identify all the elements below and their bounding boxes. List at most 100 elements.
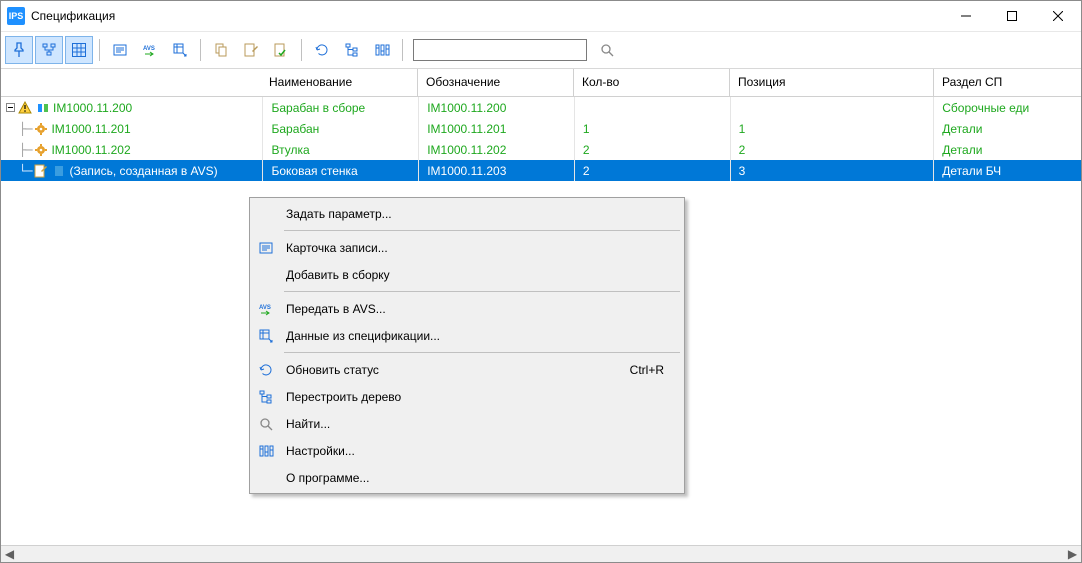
cell-section: Сборочные еди bbox=[933, 97, 1081, 118]
cell-qty bbox=[574, 97, 730, 118]
edit-icon bbox=[33, 163, 49, 179]
menu-separator bbox=[284, 291, 680, 292]
cell-position: 3 bbox=[730, 160, 934, 181]
cell-designation: IM1000.11.201 bbox=[418, 118, 574, 139]
tree-label: (Запись, созданная в AVS) bbox=[69, 164, 217, 178]
scroll-right-icon[interactable]: ▶ bbox=[1064, 546, 1081, 563]
settings-icon bbox=[252, 443, 280, 459]
cell-designation: IM1000.11.203 bbox=[418, 160, 574, 181]
column-header-qty[interactable]: Кол-во bbox=[573, 69, 729, 96]
warning-icon bbox=[17, 100, 33, 116]
maximize-button[interactable] bbox=[989, 1, 1035, 31]
cell-qty: 1 bbox=[574, 118, 730, 139]
menu-send-to-avs[interactable]: AVS Передать в AVS... bbox=[252, 295, 682, 322]
spec-icon bbox=[252, 328, 280, 344]
context-menu: Задать параметр... Карточка записи... До… bbox=[249, 197, 685, 494]
grid-button[interactable] bbox=[65, 36, 93, 64]
menu-label: О программе... bbox=[280, 471, 682, 485]
cell-position bbox=[730, 97, 934, 118]
menu-label: Обновить статус bbox=[280, 363, 630, 377]
table-row[interactable]: ├─ IM1000.11.201 Барабан IM1000.11.201 1… bbox=[1, 118, 1081, 139]
menu-label: Добавить в сборку bbox=[280, 268, 682, 282]
edit-button[interactable] bbox=[237, 36, 265, 64]
column-header-designation[interactable]: Обозначение bbox=[417, 69, 573, 96]
toolbar: AVS bbox=[1, 31, 1081, 69]
menu-record-card[interactable]: Карточка записи... bbox=[252, 234, 682, 261]
assembly-icon bbox=[35, 100, 51, 116]
svg-text:AVS: AVS bbox=[259, 305, 271, 311]
cell-name: Боковая стенка bbox=[262, 160, 418, 181]
column-header-position[interactable]: Позиция bbox=[729, 69, 933, 96]
cell-section: Детали БЧ bbox=[933, 160, 1081, 181]
cell-section: Детали bbox=[933, 118, 1081, 139]
menu-spec-data[interactable]: Данные из спецификации... bbox=[252, 322, 682, 349]
svg-text:AVS: AVS bbox=[143, 46, 155, 52]
menu-label: Задать параметр... bbox=[280, 207, 682, 221]
gear-icon bbox=[33, 121, 49, 137]
tree-connector: ├─ bbox=[19, 143, 31, 157]
menu-label: Данные из спецификации... bbox=[280, 329, 682, 343]
cell-name: Барабан bbox=[262, 118, 418, 139]
card-icon bbox=[252, 240, 280, 256]
menu-add-to-assembly[interactable]: Добавить в сборку bbox=[252, 261, 682, 288]
menu-set-parameter[interactable]: Задать параметр... bbox=[252, 200, 682, 227]
part-icon bbox=[51, 163, 67, 179]
close-button[interactable] bbox=[1035, 1, 1081, 31]
menu-refresh-status[interactable]: Обновить статус Ctrl+R bbox=[252, 356, 682, 383]
copy-button[interactable] bbox=[207, 36, 235, 64]
rebuild-tree-button[interactable] bbox=[338, 36, 366, 64]
menu-label: Карточка записи... bbox=[280, 241, 682, 255]
avs-button[interactable]: AVS bbox=[136, 36, 164, 64]
horizontal-scrollbar[interactable]: ◀ ▶ bbox=[1, 545, 1081, 562]
pin-button[interactable] bbox=[5, 36, 33, 64]
titlebar: IPS Спецификация bbox=[1, 1, 1081, 31]
tree-label: IM1000.11.200 bbox=[53, 101, 132, 115]
cell-name: Втулка bbox=[262, 139, 418, 160]
refresh-icon bbox=[252, 362, 280, 378]
menu-settings[interactable]: Настройки... bbox=[252, 437, 682, 464]
gear-icon bbox=[33, 142, 49, 158]
tree-connector: ├─ bbox=[19, 122, 31, 136]
search-input[interactable] bbox=[413, 39, 587, 61]
tree-cell[interactable]: ├─ IM1000.11.201 bbox=[1, 118, 262, 139]
cell-position: 2 bbox=[730, 139, 934, 160]
search-button[interactable] bbox=[593, 36, 621, 64]
settings-button[interactable] bbox=[368, 36, 396, 64]
column-header-section[interactable]: Раздел СП bbox=[933, 69, 1081, 96]
tree-button[interactable] bbox=[35, 36, 63, 64]
menu-rebuild-tree[interactable]: Перестроить дерево bbox=[252, 383, 682, 410]
column-header-name[interactable]: Наименование bbox=[261, 69, 417, 96]
tree-cell[interactable]: └─ (Запись, созданная в AVS) bbox=[1, 160, 262, 181]
menu-label: Найти... bbox=[280, 417, 682, 431]
window-title: Спецификация bbox=[31, 9, 943, 23]
table-row[interactable]: IM1000.11.200 Барабан в сборе IM1000.11.… bbox=[1, 97, 1081, 118]
refresh-button[interactable] bbox=[308, 36, 336, 64]
tree-cell[interactable]: IM1000.11.200 bbox=[1, 97, 262, 118]
cell-position: 1 bbox=[730, 118, 934, 139]
spec-button[interactable] bbox=[166, 36, 194, 64]
avs-icon: AVS bbox=[252, 301, 280, 317]
expand-icon[interactable] bbox=[5, 103, 15, 113]
menu-accelerator: Ctrl+R bbox=[630, 363, 682, 377]
cell-name: Барабан в сборе bbox=[262, 97, 418, 118]
menu-separator bbox=[284, 352, 680, 353]
tree-icon bbox=[252, 389, 280, 405]
table-row[interactable]: └─ (Запись, созданная в AVS) Боковая сте… bbox=[1, 160, 1081, 181]
menu-label: Перестроить дерево bbox=[280, 390, 682, 404]
app-window: IPS Спецификация AVS bbox=[0, 0, 1082, 563]
cell-designation: IM1000.11.200 bbox=[418, 97, 574, 118]
cell-qty: 2 bbox=[574, 139, 730, 160]
tree-cell[interactable]: ├─ IM1000.11.202 bbox=[1, 139, 262, 160]
cell-section: Детали bbox=[933, 139, 1081, 160]
menu-label: Настройки... bbox=[280, 444, 682, 458]
card-button[interactable] bbox=[106, 36, 134, 64]
menu-about[interactable]: О программе... bbox=[252, 464, 682, 491]
minimize-button[interactable] bbox=[943, 1, 989, 31]
app-icon: IPS bbox=[7, 7, 25, 25]
menu-label: Передать в AVS... bbox=[280, 302, 682, 316]
table-row[interactable]: ├─ IM1000.11.202 Втулка IM1000.11.202 2 … bbox=[1, 139, 1081, 160]
scroll-left-icon[interactable]: ◀ bbox=[1, 546, 18, 563]
tree-label: IM1000.11.202 bbox=[51, 143, 130, 157]
menu-find[interactable]: Найти... bbox=[252, 410, 682, 437]
check-button[interactable] bbox=[267, 36, 295, 64]
